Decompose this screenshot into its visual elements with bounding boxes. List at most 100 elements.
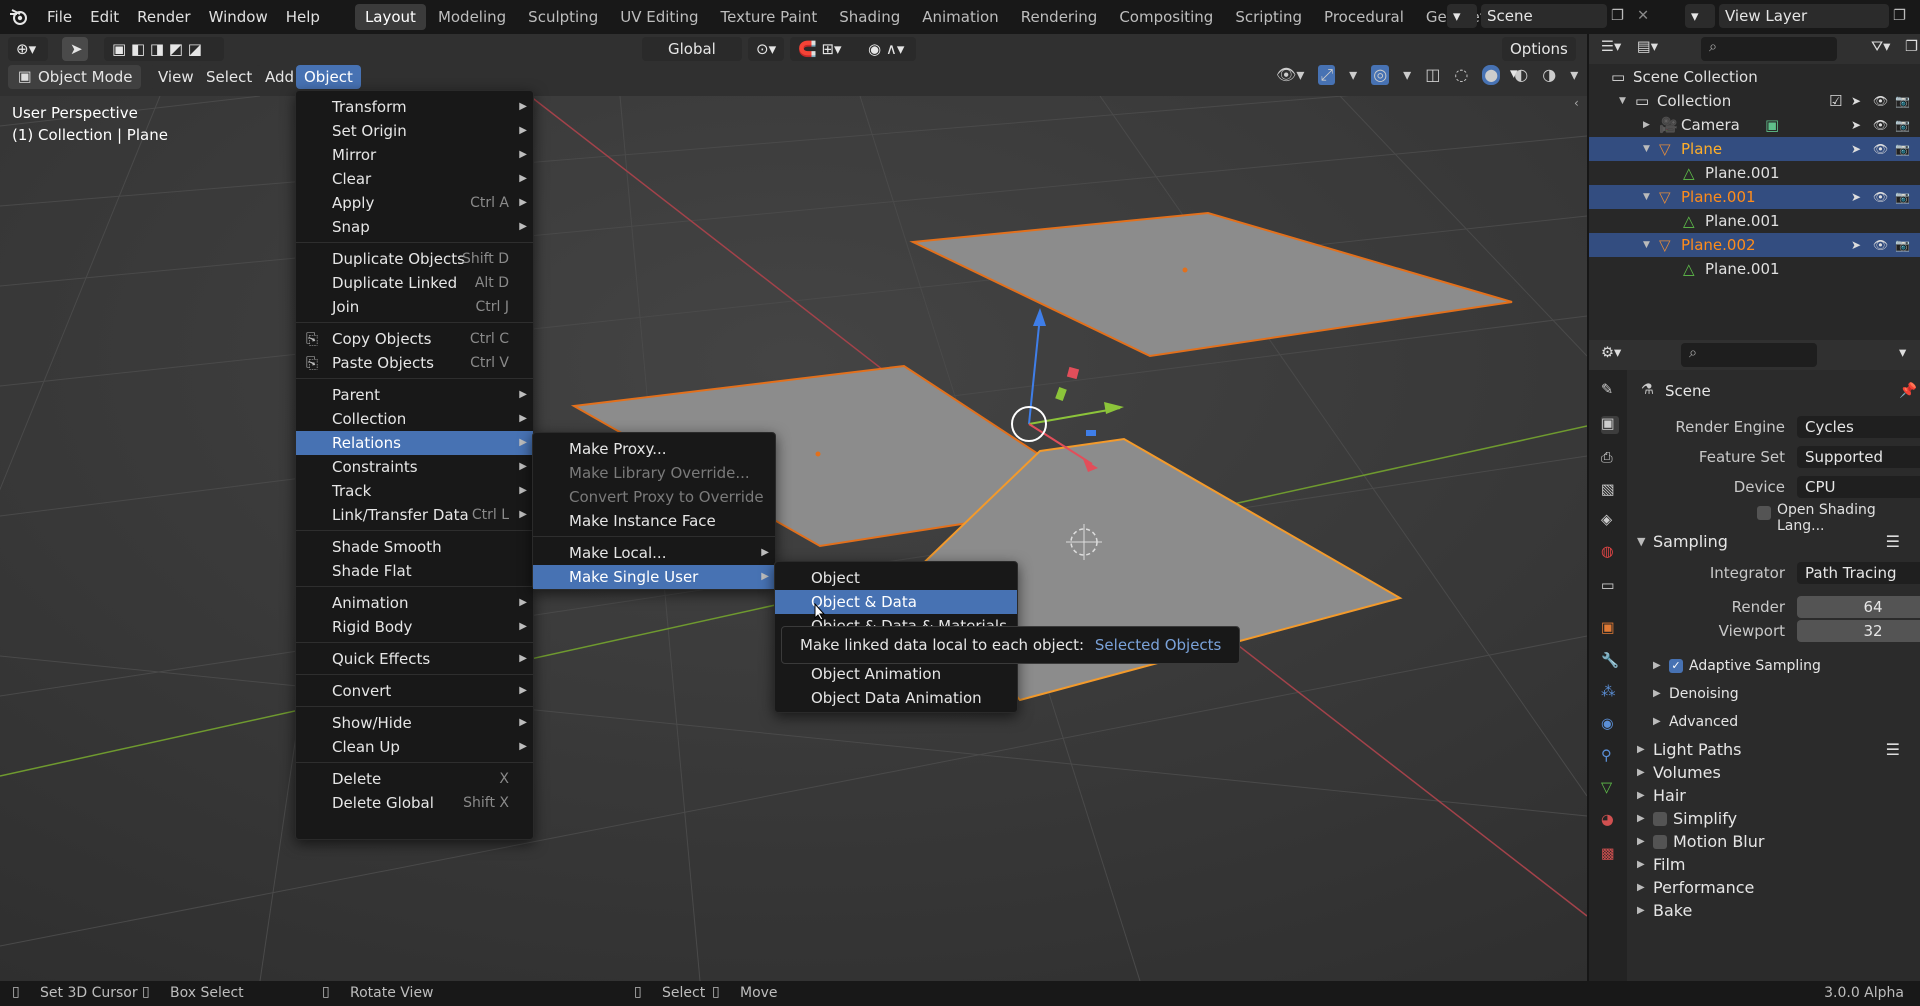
select-toggle-icon[interactable]: ➤ bbox=[1851, 137, 1861, 161]
tab-modeling[interactable]: Modeling bbox=[428, 4, 516, 30]
expand-arrow-icon[interactable]: ▼ bbox=[1643, 185, 1650, 209]
menu-item-shade-flat[interactable]: Shade Flat bbox=[296, 559, 533, 583]
tab-layout[interactable]: Layout bbox=[354, 4, 426, 30]
denoising-subpanel[interactable]: ▶ Denoising bbox=[1629, 682, 1920, 706]
view-menu[interactable]: View bbox=[150, 65, 202, 89]
expand-arrow-icon[interactable]: ▼ bbox=[1643, 137, 1650, 161]
sidebar-toggle-icon[interactable]: ‹ bbox=[1574, 96, 1579, 110]
select-toggle-icon[interactable]: ➤ bbox=[1851, 89, 1861, 113]
outliner-row-plane[interactable]: ▼ ▽ Plane ➤ 👁 📷 bbox=[1589, 137, 1920, 161]
checkbox-icon[interactable]: ☑ bbox=[1829, 89, 1842, 113]
panel-volumes[interactable]: ▶ Volumes bbox=[1629, 761, 1920, 785]
panel-simplify[interactable]: ▶ Simplify bbox=[1629, 807, 1920, 831]
panel-bake[interactable]: ▶ Bake bbox=[1629, 899, 1920, 923]
select-mode-icons[interactable]: ▣ ◧ ◨ ◩ ◪ bbox=[104, 37, 224, 61]
world-tab-icon[interactable]: ◍ bbox=[1601, 544, 1619, 562]
collection-tab-icon[interactable]: ▭ bbox=[1601, 578, 1619, 596]
menu-item-apply[interactable]: Apply Ctrl A ▶ bbox=[296, 191, 533, 215]
editor-type-icon[interactable]: ⊕▾ bbox=[8, 37, 48, 61]
eye-icon[interactable]: 👁 bbox=[1873, 233, 1888, 257]
select-tool-icon[interactable]: ➤ bbox=[62, 37, 88, 61]
properties-editor-type-icon[interactable]: ⚙▾ bbox=[1601, 345, 1621, 361]
wireframe-shading-icon[interactable]: ◌ bbox=[1454, 65, 1468, 85]
panel-light-paths[interactable]: ▶ Light Paths ☰ bbox=[1629, 738, 1920, 762]
render-toggle-icon[interactable]: 📷 bbox=[1895, 185, 1910, 209]
menu-file[interactable]: File bbox=[38, 0, 81, 34]
outliner-editor-type-icon[interactable]: ☰▾ bbox=[1601, 39, 1621, 55]
outliner-row-scene-collection[interactable]: ▭ Scene Collection bbox=[1589, 65, 1920, 89]
menu-item-make-local[interactable]: Make Local... ▶ bbox=[533, 541, 775, 565]
presets-icon[interactable]: ☰ bbox=[1886, 738, 1900, 762]
render-samples-field[interactable]: 64 bbox=[1797, 596, 1920, 618]
output-tab-icon[interactable]: ⎙ bbox=[1601, 450, 1619, 468]
feature-set-dropdown[interactable]: Supported▾ bbox=[1797, 446, 1920, 468]
render-toggle-icon[interactable]: 📷 bbox=[1895, 137, 1910, 161]
expand-arrow-icon[interactable]: ▶ bbox=[1643, 113, 1650, 137]
view-layer-browse-icon[interactable]: ▾ bbox=[1685, 4, 1715, 28]
display-mode-icon[interactable]: ▤▾ bbox=[1637, 39, 1658, 55]
tab-rendering[interactable]: Rendering bbox=[1011, 4, 1108, 30]
new-collection-icon[interactable]: ❐ bbox=[1905, 39, 1918, 55]
render-toggle-icon[interactable]: 📷 bbox=[1895, 233, 1910, 257]
tool-tab-icon[interactable]: ✎ bbox=[1601, 382, 1619, 400]
menu-item-relations[interactable]: Relations ▶ bbox=[296, 431, 533, 455]
scene-tab-icon[interactable]: ◈ bbox=[1601, 512, 1619, 530]
scene-browse-icon[interactable]: ▾ bbox=[1447, 4, 1477, 28]
data-tab-icon[interactable]: ▽ bbox=[1601, 780, 1619, 798]
material-shading-icon[interactable]: ◐ bbox=[1514, 65, 1528, 85]
menu-item-animation[interactable]: Animation ▶ bbox=[296, 591, 533, 615]
select-toggle-icon[interactable]: ➤ bbox=[1851, 233, 1861, 257]
eye-icon[interactable]: 👁 bbox=[1873, 89, 1888, 113]
osl-row[interactable]: Open Shading Lang... bbox=[1629, 500, 1920, 534]
menu-item-object[interactable]: Object bbox=[775, 566, 1017, 590]
menu-item-link-transfer-data[interactable]: Link/Transfer Data Ctrl L ▶ bbox=[296, 503, 533, 527]
overlay-dropdown-icon[interactable]: ▾ bbox=[1403, 65, 1411, 85]
adaptive-sampling-subpanel[interactable]: ▶ ✓ Adaptive Sampling bbox=[1629, 654, 1920, 678]
menu-item-make-single-user[interactable]: Make Single User ▶ bbox=[533, 565, 775, 589]
menu-item-object-data[interactable]: Object & Data bbox=[775, 590, 1017, 614]
select-menu[interactable]: Select bbox=[198, 65, 261, 89]
advanced-subpanel[interactable]: ▶ Advanced bbox=[1629, 710, 1920, 734]
blender-logo-icon[interactable] bbox=[0, 0, 38, 34]
viewport-samples-field[interactable]: 32 bbox=[1797, 620, 1920, 642]
menu-item-copy-objects[interactable]: ⎘ Copy Objects Ctrl C bbox=[296, 327, 533, 351]
menu-help[interactable]: Help bbox=[277, 0, 329, 34]
modifier-tab-icon[interactable]: 🔧 bbox=[1601, 652, 1619, 670]
options-dropdown[interactable]: Options ▾ bbox=[1502, 37, 1576, 82]
tab-compositing[interactable]: Compositing bbox=[1109, 4, 1223, 30]
outliner-row-plane-001[interactable]: △ Plane.001 bbox=[1589, 257, 1920, 281]
panel-performance[interactable]: ▶ Performance bbox=[1629, 876, 1920, 900]
menu-item-parent[interactable]: Parent ▶ bbox=[296, 383, 533, 407]
gizmo-icon[interactable]: ⤢ bbox=[1318, 65, 1336, 85]
delete-scene-icon[interactable]: ✕ bbox=[1637, 8, 1655, 24]
outliner-row-plane-001[interactable]: ▼ ▽ Plane.001 ➤ 👁 📷 bbox=[1589, 185, 1920, 209]
tab-sculpting[interactable]: Sculpting bbox=[518, 4, 608, 30]
render-engine-dropdown[interactable]: Cycles▾ bbox=[1797, 416, 1920, 438]
select-toggle-icon[interactable]: ➤ bbox=[1851, 185, 1861, 209]
eye-icon[interactable]: 👁 bbox=[1873, 137, 1888, 161]
menu-item-clean-up[interactable]: Clean Up ▶ bbox=[296, 735, 533, 759]
motion-blur-checkbox[interactable] bbox=[1653, 835, 1667, 849]
menu-edit[interactable]: Edit bbox=[81, 0, 128, 34]
panel-hair[interactable]: ▶ Hair bbox=[1629, 784, 1920, 808]
menu-item-set-origin[interactable]: Set Origin ▶ bbox=[296, 119, 533, 143]
outliner-row-camera[interactable]: ▶ 🎥 Camera ➤ 👁 📷 ▣ bbox=[1589, 113, 1920, 137]
scene-field[interactable]: Scene bbox=[1481, 4, 1607, 28]
xray-icon[interactable]: ◫ bbox=[1425, 65, 1440, 85]
select-toggle-icon[interactable]: ➤ bbox=[1851, 113, 1861, 137]
sampling-panel-header[interactable]: ▼ Sampling ☰ bbox=[1629, 530, 1920, 554]
proportional-edit-icons[interactable]: ◉ ∧▾ bbox=[860, 37, 916, 61]
object-tab-icon[interactable]: ▣ bbox=[1601, 620, 1619, 638]
menu-window[interactable]: Window bbox=[200, 0, 277, 34]
constraints-tab-icon[interactable]: ⚲ bbox=[1601, 748, 1619, 766]
menu-item-quick-effects[interactable]: Quick Effects ▶ bbox=[296, 647, 533, 671]
outliner-row-collection[interactable]: ▼ ▭ Collection ☑ ➤ 👁 📷 bbox=[1589, 89, 1920, 113]
menu-item-clear[interactable]: Clear ▶ bbox=[296, 167, 533, 191]
render-toggle-icon[interactable]: 📷 bbox=[1895, 113, 1910, 137]
transform-orientation-dropdown[interactable]: Global bbox=[642, 37, 742, 61]
menu-item-duplicate-linked[interactable]: Duplicate Linked Alt D bbox=[296, 271, 533, 295]
adaptive-checkbox[interactable]: ✓ bbox=[1669, 659, 1683, 673]
tab-texture-paint[interactable]: Texture Paint bbox=[710, 4, 827, 30]
physics-tab-icon[interactable]: ◉ bbox=[1601, 716, 1619, 734]
view-layer-field[interactable]: View Layer bbox=[1719, 4, 1889, 28]
